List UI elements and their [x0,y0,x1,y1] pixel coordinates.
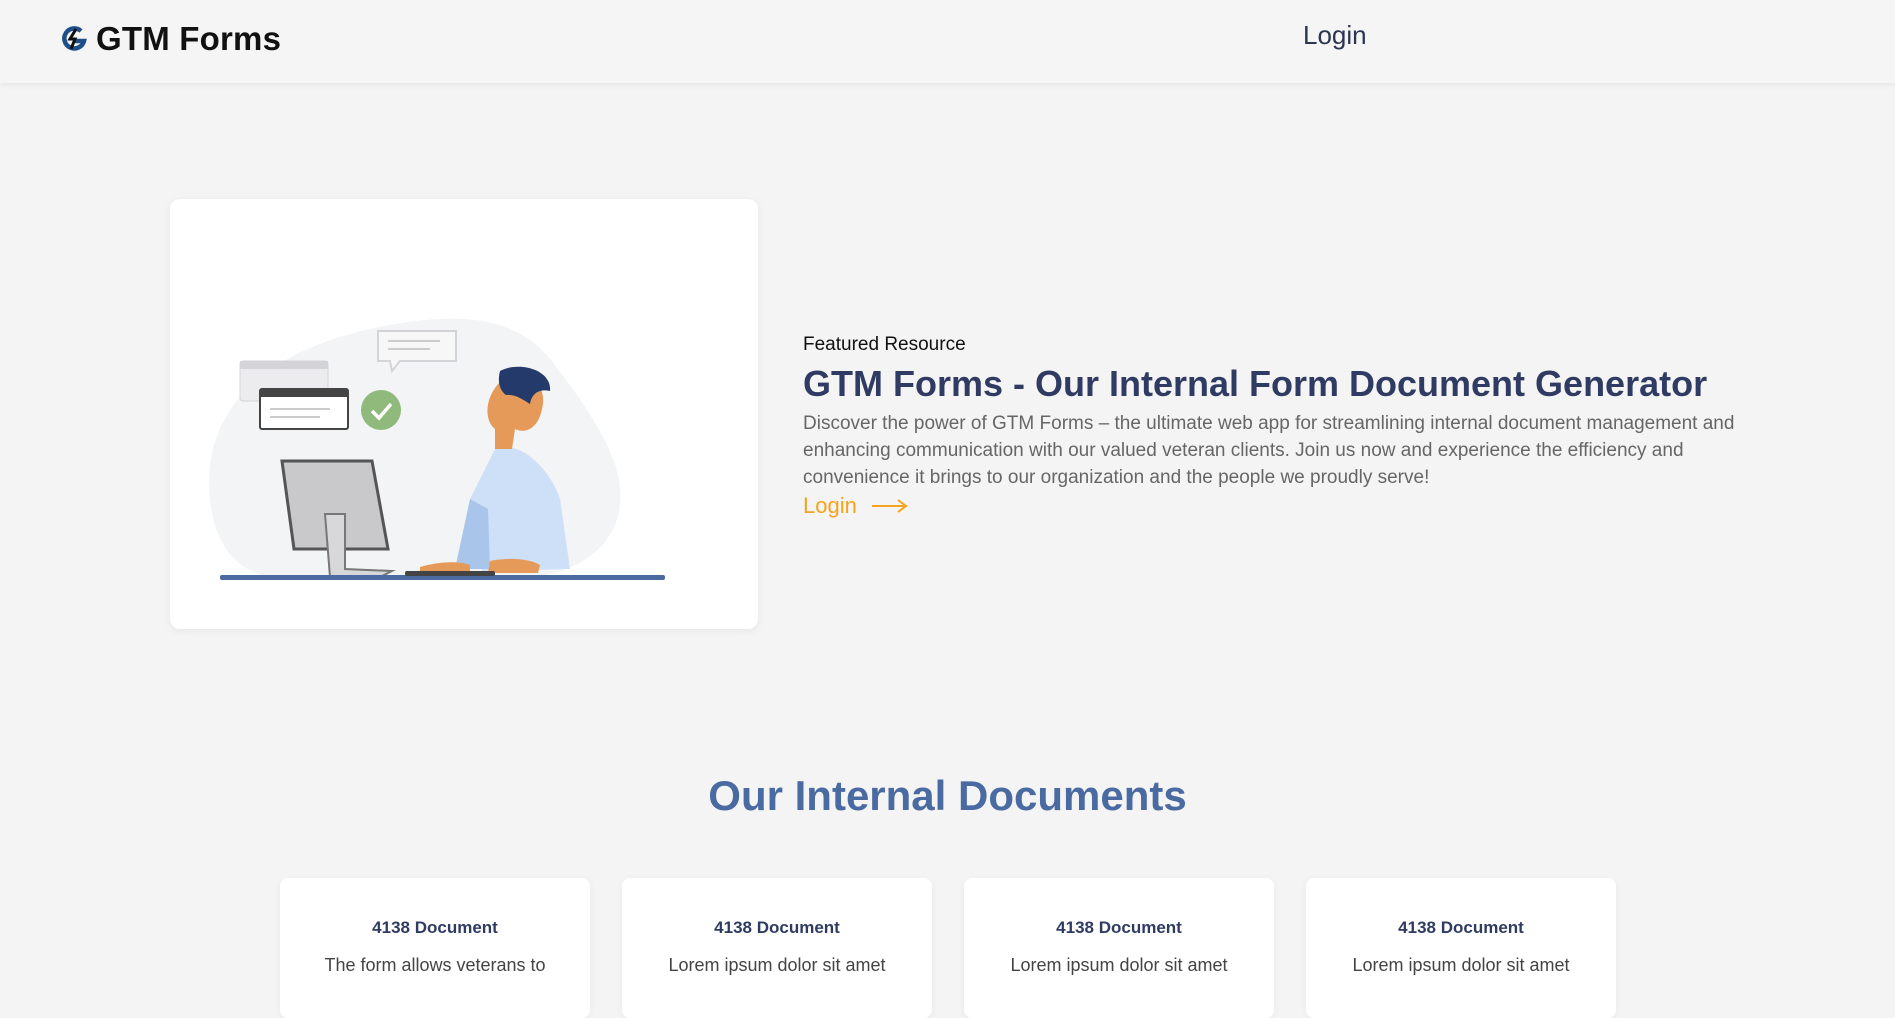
internal-documents-heading: Our Internal Documents [708,772,1187,819]
hero-login-link[interactable]: Login [803,493,909,519]
document-description: The form allows veterans to [324,955,546,975]
document-card[interactable]: 4138 Document Lorem ipsum dolor sit amet [964,878,1274,1018]
document-title: 4138 Document [714,918,840,937]
document-card[interactable]: 4138 Document Lorem ipsum dolor sit amet [622,878,932,1018]
document-card[interactable]: 4138 Document The form allows veterans t… [280,878,590,1018]
gtm-logo-icon [62,26,87,51]
top-navbar: GTM Forms Login [0,0,1895,83]
hero-image-card [170,199,758,629]
hero-login-label: Login [803,493,857,518]
document-description: Lorem ipsum dolor sit amet [668,955,886,975]
document-card[interactable]: 4138 Document Lorem ipsum dolor sit amet [1306,878,1616,1018]
featured-resource-label: Featured Resource [803,334,966,355]
arrow-right-icon [871,499,908,513]
hero-title: GTM Forms - Our Internal Form Document G… [803,363,1708,404]
hero-text-block: Featured Resource GTM Forms - Our Intern… [803,334,1743,519]
person-at-computer-illustration [209,318,665,580]
documents-card-list: 4138 Document The form allows veterans t… [280,878,1616,1018]
document-title: 4138 Document [1398,918,1524,937]
document-description: Lorem ipsum dolor sit amet [1352,955,1570,975]
document-description: Lorem ipsum dolor sit amet [1010,955,1228,975]
nav-login-link[interactable]: Login [1303,20,1367,51]
brand-link[interactable]: GTM Forms [60,18,281,60]
document-title: 4138 Document [372,918,498,937]
brand-name: GTM Forms [96,20,282,57]
document-title: 4138 Document [1056,918,1182,937]
hero-description: Discover the power of GTM Forms – the ul… [803,413,1735,488]
